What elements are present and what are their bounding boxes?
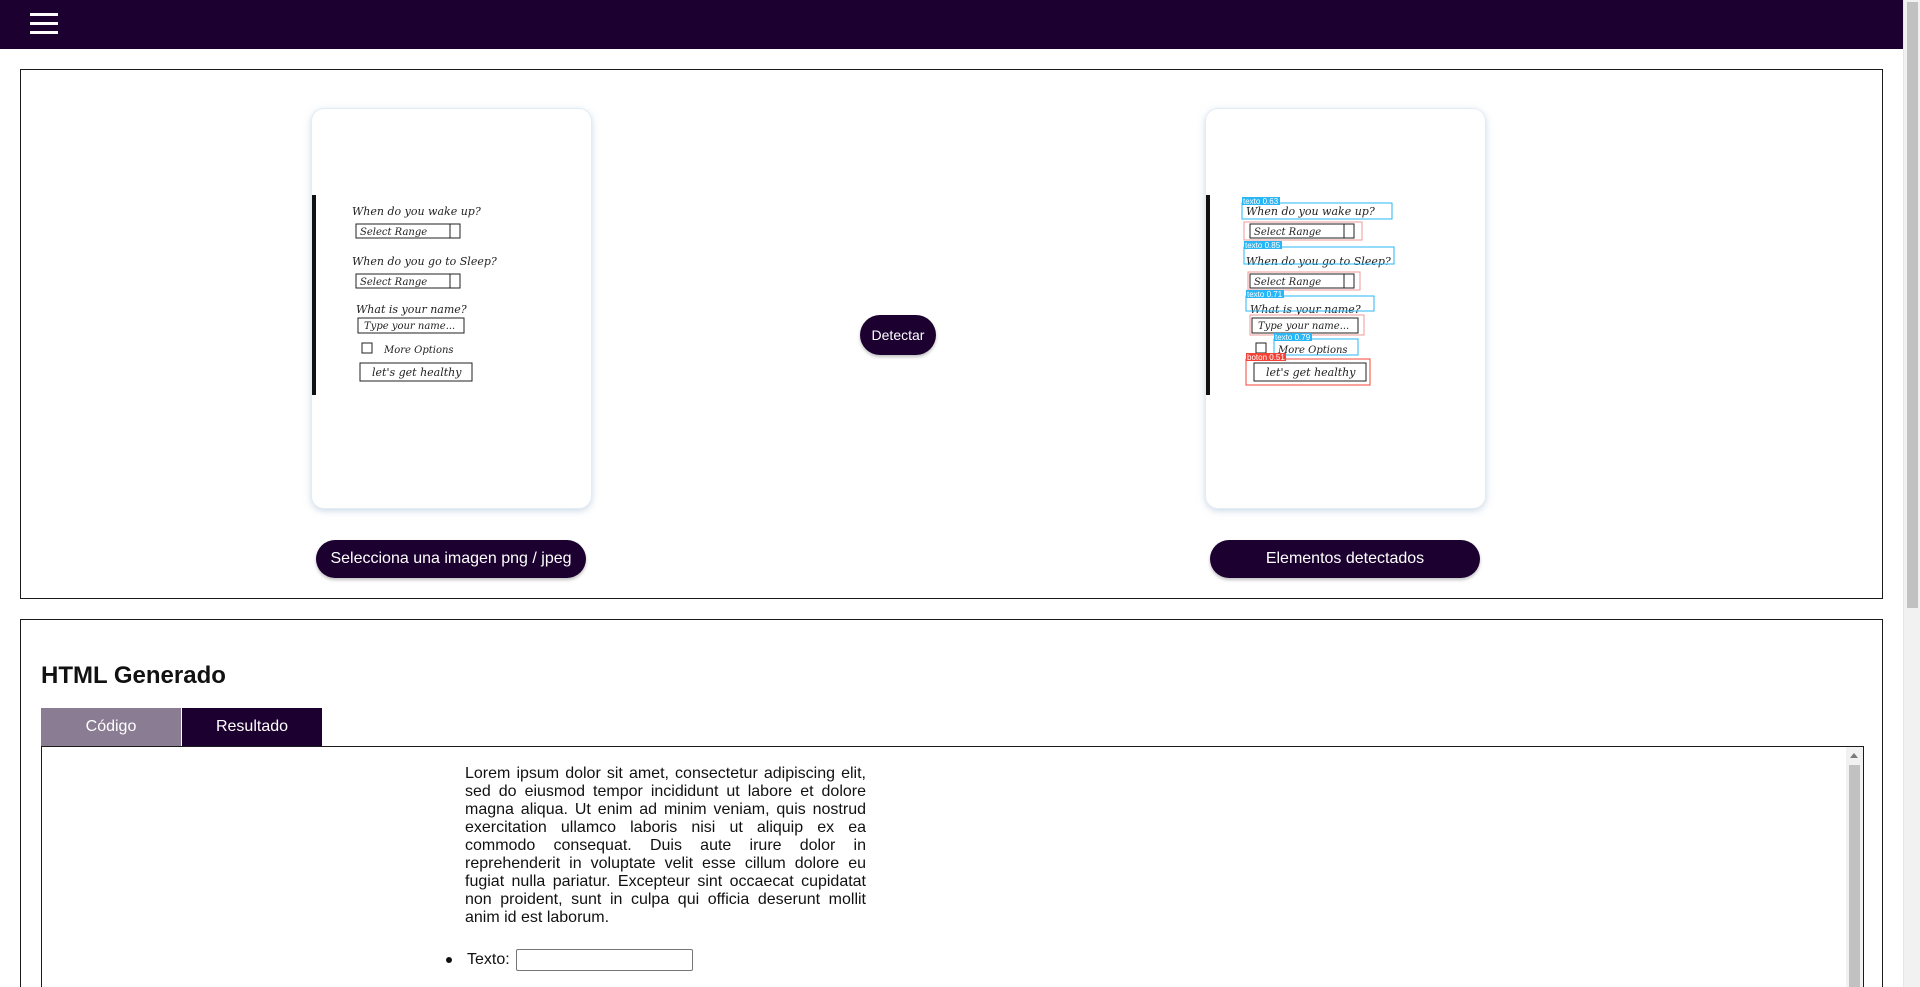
sketch-line: What is your name?: [356, 303, 467, 316]
sketch-line: When do you go to Sleep?: [1246, 255, 1391, 268]
select-image-button[interactable]: Selecciona una imagen png / jpeg: [316, 540, 586, 578]
page-scrollbar[interactable]: [1903, 0, 1920, 987]
scrollbar-thumb[interactable]: [1849, 765, 1860, 987]
generated-html-panel: HTML Generado Código Resultado Lorem ips…: [20, 619, 1883, 987]
detection-image: When do you wake up? Select Range When d…: [1206, 195, 1395, 395]
section-title: HTML Generado: [41, 662, 226, 689]
text-input[interactable]: [515, 949, 693, 971]
generated-paragraph: Lorem ipsum dolor sit amet, consectetur …: [465, 765, 866, 926]
sketch-line: let's get healthy: [1266, 366, 1356, 379]
sketch-line: Select Range: [1254, 227, 1321, 238]
sketch-line: Type your name...: [364, 321, 455, 332]
sketch-line: let's get healthy: [372, 366, 462, 379]
detection-label: texto 0.85: [1245, 241, 1281, 250]
tab-result[interactable]: Resultado: [182, 708, 322, 746]
sketch-line: More Options: [1277, 345, 1348, 356]
sketch-line: Select Range: [360, 277, 427, 288]
sketch-line: Select Range: [1254, 277, 1321, 288]
hamburger-menu-icon[interactable]: [30, 13, 58, 35]
detection-label: boton 0.51: [1247, 353, 1285, 362]
input-image-preview: When do you wake up? Select Range When d…: [312, 109, 591, 508]
sketch-line: When do you wake up?: [352, 205, 481, 218]
sketch-line: Type your name...: [1258, 321, 1349, 332]
detected-elements-button[interactable]: Elementos detectados: [1210, 540, 1480, 578]
bullet-icon: [446, 957, 452, 963]
page-scrollbar-thumb[interactable]: [1907, 2, 1918, 608]
detection-label: texto 0.79: [1275, 333, 1311, 342]
list-item: Texto:: [446, 949, 693, 971]
sketch-line: What is your name?: [1250, 303, 1361, 316]
detect-button[interactable]: Detectar: [860, 315, 936, 355]
top-navbar: [0, 0, 1903, 49]
sketch-line: When do you wake up?: [1246, 205, 1375, 218]
field-label: Texto:: [467, 951, 510, 968]
scroll-up-arrow-icon[interactable]: [1850, 753, 1858, 758]
sketch-line: When do you go to Sleep?: [352, 255, 497, 268]
upload-panel: When do you wake up? Select Range When d…: [20, 69, 1883, 599]
tab-code[interactable]: Código: [41, 708, 181, 746]
sketch-line: Select Range: [360, 227, 427, 238]
detection-label: texto 0.63: [1243, 197, 1279, 206]
detection-label: texto 0.71: [1247, 290, 1283, 299]
sketch-line: More Options: [383, 345, 454, 356]
sketch-image: When do you wake up? Select Range When d…: [312, 195, 497, 395]
detection-result-preview: When do you wake up? Select Range When d…: [1206, 109, 1485, 508]
result-scrollbar[interactable]: [1846, 747, 1863, 987]
result-preview-frame[interactable]: Lorem ipsum dolor sit amet, consectetur …: [41, 746, 1864, 987]
